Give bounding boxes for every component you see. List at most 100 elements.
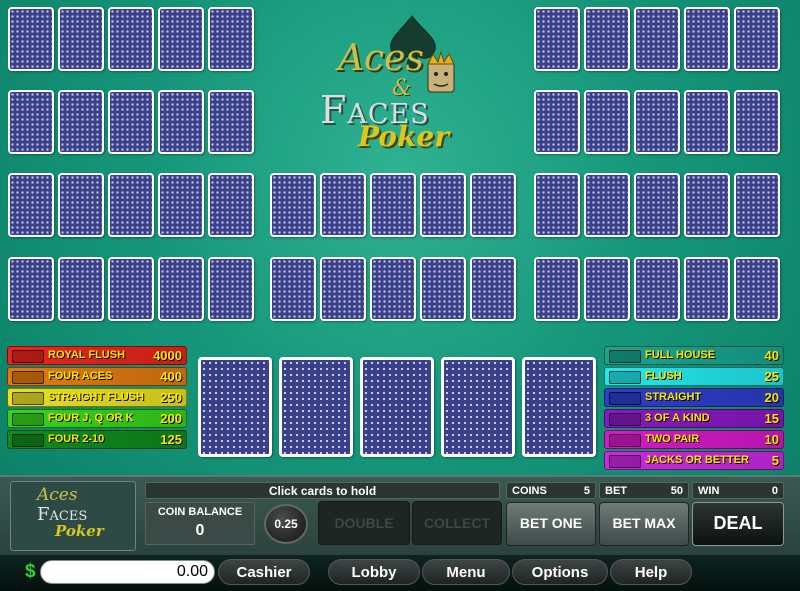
hand-card-2[interactable] xyxy=(279,357,353,457)
collect-label: COLLECT xyxy=(423,515,491,531)
status-bar: Click cards to hold xyxy=(145,482,500,499)
paytable-hand-name: FOUR ACES xyxy=(48,370,113,382)
paytable-swatch xyxy=(609,455,641,468)
menu-button[interactable]: Menu xyxy=(422,559,510,585)
card-back xyxy=(370,257,416,321)
king-face-icon xyxy=(427,50,455,93)
paytable-payout: 40 xyxy=(764,348,779,363)
card-back xyxy=(270,257,316,321)
card-back xyxy=(584,257,630,321)
paytable-row: JACKS OR BETTER 5 xyxy=(604,451,784,470)
card-back xyxy=(8,173,54,237)
logo-line-poker: Poker xyxy=(358,120,449,153)
card-back xyxy=(534,257,580,321)
bet-box: BET 50 xyxy=(599,482,689,499)
double-button[interactable]: DOUBLE xyxy=(318,501,410,545)
panel-logo-aces: Aces xyxy=(37,485,78,505)
paytable-payout: 5 xyxy=(771,453,779,468)
card-back xyxy=(320,173,366,237)
paytable-payout: 400 xyxy=(160,369,182,384)
card-back xyxy=(534,173,580,237)
card-back xyxy=(158,90,204,154)
card-back xyxy=(208,257,254,321)
balance-field: 0.00 xyxy=(40,560,215,584)
paytable-swatch xyxy=(609,350,641,363)
paytable-row: FOUR ACES 400 xyxy=(7,367,187,386)
paytable-swatch xyxy=(12,392,44,405)
options-button[interactable]: Options xyxy=(512,559,608,585)
card-back xyxy=(58,173,104,237)
win-value: 0 xyxy=(771,485,778,497)
card-back xyxy=(534,90,580,154)
help-button[interactable]: Help xyxy=(610,559,692,585)
paytable-payout: 15 xyxy=(764,411,779,426)
collect-button[interactable]: COLLECT xyxy=(412,501,502,545)
card-back xyxy=(584,90,630,154)
balance-value: 0.00 xyxy=(176,563,208,580)
bet-max-button[interactable]: BET MAX xyxy=(599,502,689,546)
coins-box: COINS 5 xyxy=(506,482,596,499)
paytable-payout: 4000 xyxy=(153,348,182,363)
coins-label: COINS xyxy=(512,485,547,497)
paytable-row: STRAIGHT 20 xyxy=(604,388,784,407)
cashier-button[interactable]: Cashier xyxy=(218,559,310,585)
card-back xyxy=(734,257,780,321)
card-back xyxy=(584,7,630,71)
card-back xyxy=(470,173,516,237)
card-back xyxy=(8,7,54,71)
paytable-hand-name: FOUR J, Q OR K xyxy=(48,412,134,424)
paytable-hand-name: 3 OF A KIND xyxy=(645,412,710,424)
deal-button[interactable]: DEAL xyxy=(692,502,784,546)
paytable-row: FULL HOUSE 40 xyxy=(604,346,784,365)
card-back xyxy=(108,173,154,237)
paytable-payout: 200 xyxy=(160,411,182,426)
card-back xyxy=(584,173,630,237)
card-back xyxy=(158,7,204,71)
paytable-swatch xyxy=(12,434,44,447)
hand-card-4[interactable] xyxy=(441,357,515,457)
bet-label: BET xyxy=(605,485,627,497)
card-back xyxy=(470,257,516,321)
bet-one-label: BET ONE xyxy=(519,515,583,531)
card-back xyxy=(58,257,104,321)
paytable-swatch xyxy=(609,392,641,405)
paytable-row: STRAIGHT FLUSH 250 xyxy=(7,388,187,407)
card-back xyxy=(108,90,154,154)
control-panel: Aces Faces Poker Click cards to hold COI… xyxy=(0,475,800,557)
card-back xyxy=(684,90,730,154)
coin-value-chip[interactable]: 0.25 xyxy=(264,504,308,544)
card-back xyxy=(158,257,204,321)
paytable-hand-name: FOUR 2-10 xyxy=(48,433,105,445)
logo-line-aces: Aces xyxy=(338,38,424,79)
paytable-row: TWO PAIR 10 xyxy=(604,430,784,449)
paytable-payout: 125 xyxy=(160,432,182,447)
dollar-icon: $ xyxy=(25,561,36,582)
paytable-swatch xyxy=(12,413,44,426)
card-back xyxy=(58,7,104,71)
paytable-hand-name: FULL HOUSE xyxy=(645,349,716,361)
hand-card-1[interactable] xyxy=(198,357,272,457)
status-message: Click cards to hold xyxy=(268,484,377,498)
coin-balance-box: COIN BALANCE 0 xyxy=(145,502,255,545)
bet-one-button[interactable]: BET ONE xyxy=(506,502,596,546)
card-back xyxy=(208,7,254,71)
card-back xyxy=(158,173,204,237)
card-back xyxy=(8,257,54,321)
win-label: WIN xyxy=(698,485,720,497)
paytable-swatch xyxy=(609,371,641,384)
paytable-payout: 10 xyxy=(764,432,779,447)
card-back xyxy=(634,7,680,71)
card-back xyxy=(208,90,254,154)
coin-balance-value: 0 xyxy=(195,522,205,539)
hand-card-5[interactable] xyxy=(522,357,596,457)
hand-card-3[interactable] xyxy=(360,357,434,457)
paytable-payout: 250 xyxy=(160,390,182,405)
lobby-button[interactable]: Lobby xyxy=(328,559,420,585)
paytable-swatch xyxy=(609,413,641,426)
paytable-payout: 25 xyxy=(764,369,779,384)
card-back xyxy=(208,173,254,237)
paytable-hand-name: ROYAL FLUSH xyxy=(48,349,126,361)
card-back xyxy=(734,90,780,154)
coin-balance-label: COIN BALANCE xyxy=(157,506,243,518)
paytable-row: FOUR J, Q OR K 200 xyxy=(7,409,187,428)
